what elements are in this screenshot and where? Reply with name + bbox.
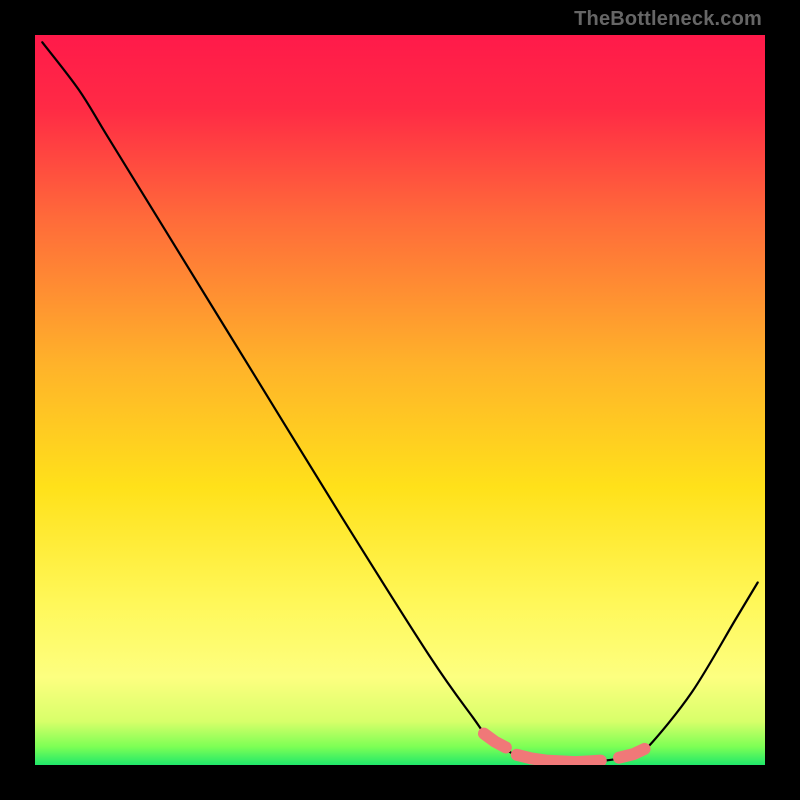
- optimal-range-marker: [517, 755, 601, 762]
- optimal-range-marker: [619, 749, 645, 758]
- attribution-text: TheBottleneck.com: [574, 8, 762, 31]
- bottleneck-curve: [35, 35, 765, 765]
- chart-frame: TheBottleneck.com: [0, 0, 800, 800]
- optimal-range-marker: [484, 734, 506, 748]
- plot-area: [35, 35, 765, 765]
